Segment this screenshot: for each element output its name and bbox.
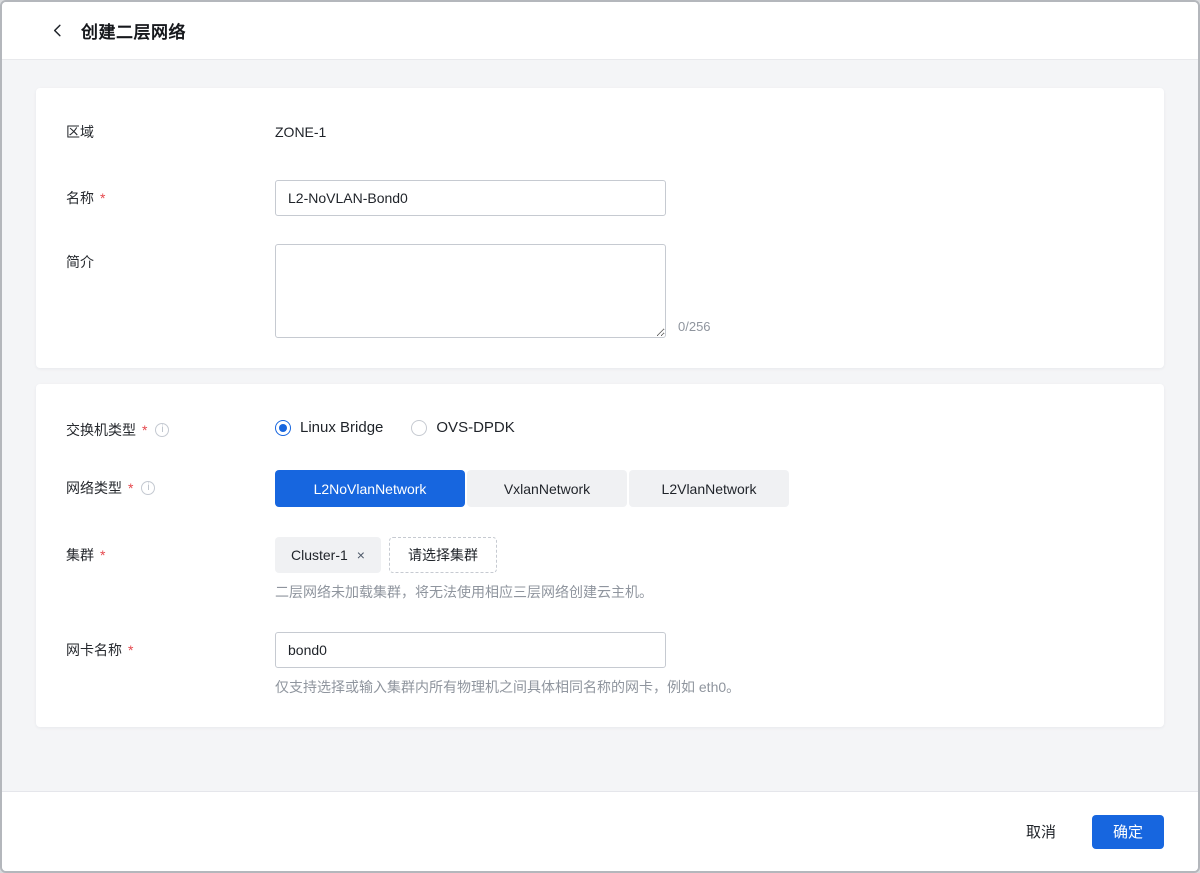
zone-value: ZONE-1 (275, 124, 326, 140)
remove-cluster-icon[interactable]: × (357, 548, 365, 562)
radio-linux-bridge[interactable]: Linux Bridge (275, 418, 383, 438)
page-title: 创建二层网络 (81, 18, 186, 43)
radio-ovs-dpdk[interactable]: OVS-DPDK (411, 418, 514, 438)
page-header: 创建二层网络 (2, 2, 1198, 60)
network-type-tabs: L2NoVlanNetwork VxlanNetwork L2VlanNetwo… (275, 470, 1134, 507)
required-mark: * (142, 420, 147, 440)
nic-name-input[interactable] (275, 632, 666, 668)
required-mark: * (100, 188, 105, 208)
cluster-tag-label: Cluster-1 (291, 547, 348, 563)
basic-info-card: 区域 ZONE-1 名称 * 简介 (36, 88, 1164, 368)
cluster-tag: Cluster-1 × (275, 537, 381, 573)
radio-ovs-dpdk-label: OVS-DPDK (436, 418, 514, 438)
select-cluster-button[interactable]: 请选择集群 (389, 537, 497, 573)
switch-type-label: 交换机类型 (66, 420, 136, 440)
info-icon[interactable]: i (141, 481, 155, 495)
tab-l2novlannetwork[interactable]: L2NoVlanNetwork (275, 470, 465, 507)
name-input[interactable] (275, 180, 666, 216)
nic-name-label: 网卡名称 (66, 640, 122, 660)
radio-unselected-icon (411, 420, 427, 436)
confirm-button[interactable]: 确定 (1092, 815, 1164, 849)
name-row: 名称 * (66, 180, 1134, 216)
description-label: 简介 (66, 252, 94, 272)
network-type-label: 网络类型 (66, 478, 122, 498)
cluster-helper-text: 二层网络未加载集群，将无法使用相应三层网络创建云主机。 (275, 582, 1134, 602)
info-icon[interactable]: i (155, 423, 169, 437)
chevron-left-icon (50, 23, 65, 38)
back-button[interactable] (46, 20, 68, 42)
required-mark: * (128, 478, 133, 498)
char-counter: 0/256 (678, 319, 711, 334)
cluster-row: 集群 * Cluster-1 × 请选择集群 二层网络未加载集群，将无法使用相应三… (66, 537, 1134, 602)
nic-helper-text: 仅支持选择或输入集群内所有物理机之间具体相同名称的网卡，例如 eth0。 (275, 677, 1134, 697)
switch-type-row: 交换机类型 * i Linux Bridge OVS-DPDK (66, 418, 1134, 440)
description-textarea[interactable] (275, 244, 666, 338)
create-l2-network-window: 创建二层网络 区域 ZONE-1 名称 * (0, 0, 1200, 873)
network-config-card: 交换机类型 * i Linux Bridge OVS-DPDK (36, 384, 1164, 727)
nic-name-row: 网卡名称 * 仅支持选择或输入集群内所有物理机之间具体相同名称的网卡，例如 eth… (66, 632, 1134, 697)
required-mark: * (100, 545, 105, 565)
switch-type-radio-group: Linux Bridge OVS-DPDK (275, 418, 1134, 438)
cluster-label: 集群 (66, 545, 94, 565)
radio-linux-bridge-label: Linux Bridge (300, 418, 383, 438)
name-label: 名称 (66, 188, 94, 208)
zone-row: 区域 ZONE-1 (66, 122, 1134, 142)
radio-selected-icon (275, 420, 291, 436)
page-footer: 取消 确定 (2, 791, 1198, 871)
page-body: 区域 ZONE-1 名称 * 简介 (2, 60, 1198, 791)
tab-vxlannetwork[interactable]: VxlanNetwork (467, 470, 627, 507)
network-type-row: 网络类型 * i L2NoVlanNetwork VxlanNetwork L2V… (66, 470, 1134, 507)
zone-label: 区域 (66, 122, 94, 142)
required-mark: * (128, 640, 133, 660)
tab-l2vlannetwork[interactable]: L2VlanNetwork (629, 470, 789, 507)
cancel-button[interactable]: 取消 (1024, 815, 1058, 848)
description-row: 简介 0/256 (66, 244, 1134, 338)
